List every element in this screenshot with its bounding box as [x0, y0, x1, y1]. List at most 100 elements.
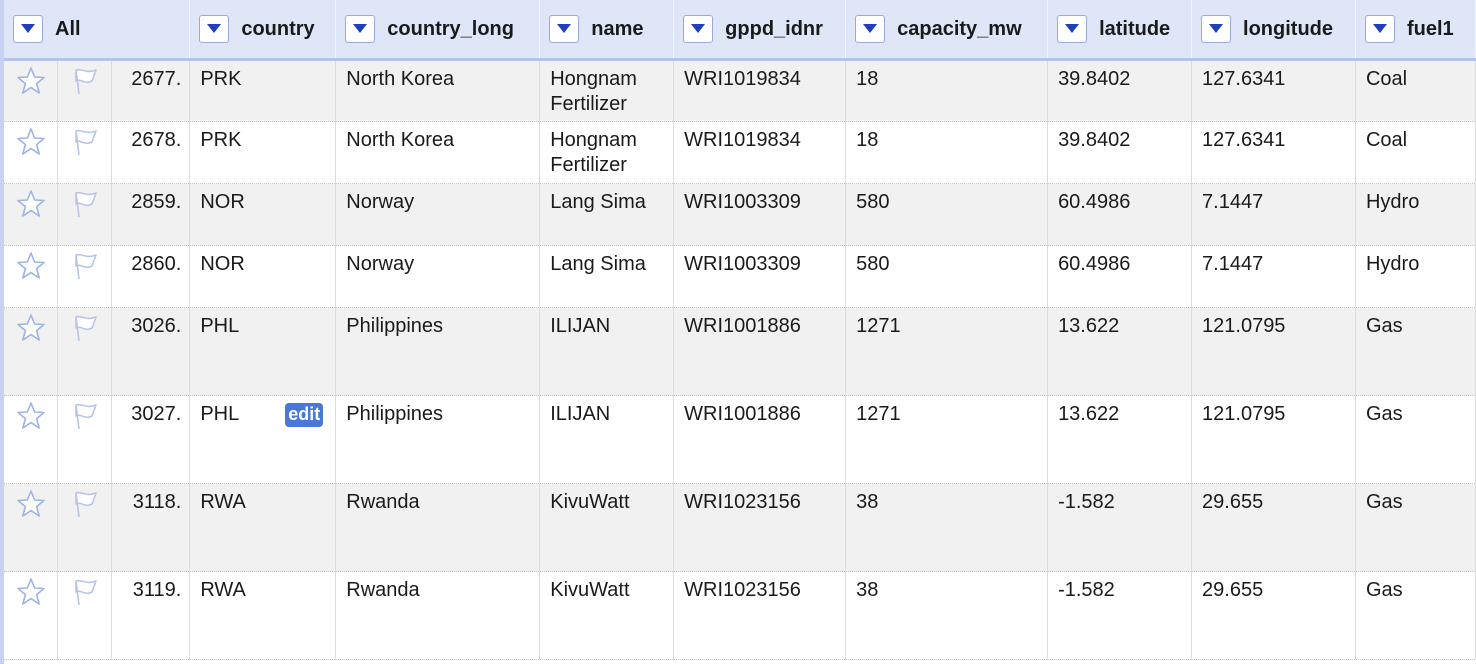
cell-longitude[interactable]: 7.1447 — [1191, 183, 1356, 246]
cell-latitude[interactable]: 60.4986 — [1047, 183, 1193, 246]
cell-fuel1[interactable]: Coal — [1355, 59, 1476, 122]
cell-latitude[interactable]: 39.8402 — [1047, 121, 1193, 184]
cell-country[interactable]: NOR — [189, 245, 337, 308]
column-header-country-long[interactable]: country_long — [335, 0, 541, 61]
cell-country[interactable]: PHL — [189, 307, 337, 396]
name-column-menu-button[interactable] — [549, 15, 580, 43]
cell-country-long[interactable]: Norway — [335, 245, 541, 308]
gppd-idnr-column-menu-button[interactable] — [683, 15, 714, 43]
cell-country-long[interactable]: Philippines — [335, 395, 541, 484]
star-icon[interactable] — [16, 128, 46, 162]
cell-longitude[interactable]: 127.6341 — [1191, 59, 1356, 122]
cell-country-long[interactable]: North Korea — [335, 59, 541, 122]
cell-country-long[interactable]: Philippines — [335, 307, 541, 396]
cell-name[interactable]: KivuWatt — [539, 483, 675, 572]
cell-country[interactable]: PRK — [189, 121, 337, 184]
cell-latitude[interactable]: 13.622 — [1047, 395, 1193, 484]
cell-capacity-mw[interactable]: 1271 — [845, 307, 1049, 396]
all-column-menu-button[interactable] — [13, 15, 43, 43]
cell-country[interactable]: RWA — [189, 571, 337, 660]
cell-longitude[interactable]: 29.655 — [1191, 483, 1356, 572]
flag-icon[interactable] — [70, 403, 100, 436]
cell-capacity-mw[interactable]: 38 — [845, 571, 1049, 660]
column-header-country[interactable]: country — [189, 0, 337, 61]
cell-country-long[interactable]: Rwanda — [335, 571, 541, 660]
cell-country-long[interactable]: North Korea — [335, 121, 541, 184]
column-header-name[interactable]: name — [539, 0, 675, 61]
column-header-all[interactable]: All — [4, 0, 191, 61]
cell-gppd-idnr[interactable]: WRI1001886 — [673, 395, 847, 484]
cell-gppd-idnr[interactable]: WRI1003309 — [673, 245, 847, 308]
cell-capacity-mw[interactable]: 18 — [845, 59, 1049, 122]
cell-country-long[interactable]: Norway — [335, 183, 541, 246]
cell-fuel1[interactable]: Coal — [1355, 121, 1476, 184]
cell-country[interactable]: PHL edit — [189, 395, 337, 484]
cell-longitude[interactable]: 7.1447 — [1191, 245, 1356, 308]
cell-gppd-idnr[interactable]: WRI1019834 — [673, 121, 847, 184]
cell-name[interactable]: Hongnam Fertilizer — [539, 59, 675, 122]
cell-latitude[interactable]: 60.4986 — [1047, 245, 1193, 308]
cell-name[interactable]: Lang Sima — [539, 245, 675, 308]
cell-capacity-mw[interactable]: 18 — [845, 121, 1049, 184]
cell-latitude[interactable]: 39.8402 — [1047, 59, 1193, 122]
cell-fuel1[interactable]: Gas — [1355, 483, 1476, 572]
fuel1-column-menu-button[interactable] — [1364, 15, 1395, 43]
cell-latitude[interactable]: -1.582 — [1047, 483, 1193, 572]
flag-icon[interactable] — [70, 253, 100, 286]
column-header-capacity-mw[interactable]: capacity_mw — [845, 0, 1049, 61]
flag-icon[interactable] — [70, 315, 100, 348]
cell-country[interactable]: NOR — [189, 183, 337, 246]
cell-name[interactable]: ILIJAN — [539, 395, 675, 484]
country-long-column-menu-button[interactable] — [345, 15, 376, 43]
cell-gppd-idnr[interactable]: WRI1023156 — [673, 571, 847, 660]
cell-longitude[interactable]: 127.6341 — [1191, 121, 1356, 184]
cell-fuel1[interactable]: Gas — [1355, 307, 1476, 396]
flag-icon[interactable] — [70, 129, 100, 162]
star-icon[interactable] — [16, 190, 46, 224]
cell-name[interactable]: KivuWatt — [539, 571, 675, 660]
cell-latitude[interactable]: 13.622 — [1047, 307, 1193, 396]
cell-longitude[interactable]: 121.0795 — [1191, 395, 1356, 484]
edit-cell-button[interactable]: edit — [285, 403, 324, 427]
cell-name[interactable]: ILIJAN — [539, 307, 675, 396]
star-icon[interactable] — [16, 402, 46, 436]
cell-gppd-idnr[interactable]: WRI1019834 — [673, 59, 847, 122]
star-icon[interactable] — [16, 67, 46, 101]
country-column-menu-button[interactable] — [199, 15, 230, 43]
cell-country-long[interactable]: Rwanda — [335, 483, 541, 572]
cell-name[interactable]: Hongnam Fertilizer — [539, 121, 675, 184]
longitude-column-menu-button[interactable] — [1201, 15, 1232, 43]
cell-fuel1[interactable]: Hydro — [1355, 183, 1476, 246]
cell-gppd-idnr[interactable]: WRI1023156 — [673, 483, 847, 572]
flag-icon[interactable] — [70, 579, 100, 612]
flag-icon[interactable] — [70, 191, 100, 224]
cell-longitude[interactable]: 29.655 — [1191, 571, 1356, 660]
column-header-latitude[interactable]: latitude — [1047, 0, 1193, 61]
cell-capacity-mw[interactable]: 1271 — [845, 395, 1049, 484]
flag-icon[interactable] — [70, 491, 100, 524]
column-header-fuel1[interactable]: fuel1 — [1355, 0, 1476, 61]
cell-value: Hongnam Fertilizer — [550, 68, 637, 115]
latitude-column-menu-button[interactable] — [1057, 15, 1088, 43]
cell-fuel1[interactable]: Gas — [1355, 571, 1476, 660]
cell-fuel1[interactable]: Hydro — [1355, 245, 1476, 308]
star-icon[interactable] — [16, 314, 46, 348]
star-icon[interactable] — [16, 490, 46, 524]
star-icon[interactable] — [16, 578, 46, 612]
cell-latitude[interactable]: -1.582 — [1047, 571, 1193, 660]
cell-gppd-idnr[interactable]: WRI1001886 — [673, 307, 847, 396]
star-icon[interactable] — [16, 252, 46, 286]
cell-gppd-idnr[interactable]: WRI1003309 — [673, 183, 847, 246]
cell-country[interactable]: PRK — [189, 59, 337, 122]
capacity-mw-column-menu-button[interactable] — [855, 15, 886, 43]
column-header-longitude[interactable]: longitude — [1191, 0, 1356, 61]
flag-icon[interactable] — [70, 68, 100, 101]
cell-name[interactable]: Lang Sima — [539, 183, 675, 246]
cell-longitude[interactable]: 121.0795 — [1191, 307, 1356, 396]
cell-capacity-mw[interactable]: 580 — [845, 245, 1049, 308]
cell-country[interactable]: RWA — [189, 483, 337, 572]
cell-fuel1[interactable]: Gas — [1355, 395, 1476, 484]
cell-capacity-mw[interactable]: 580 — [845, 183, 1049, 246]
column-header-gppd-idnr[interactable]: gppd_idnr — [673, 0, 847, 61]
cell-capacity-mw[interactable]: 38 — [845, 483, 1049, 572]
